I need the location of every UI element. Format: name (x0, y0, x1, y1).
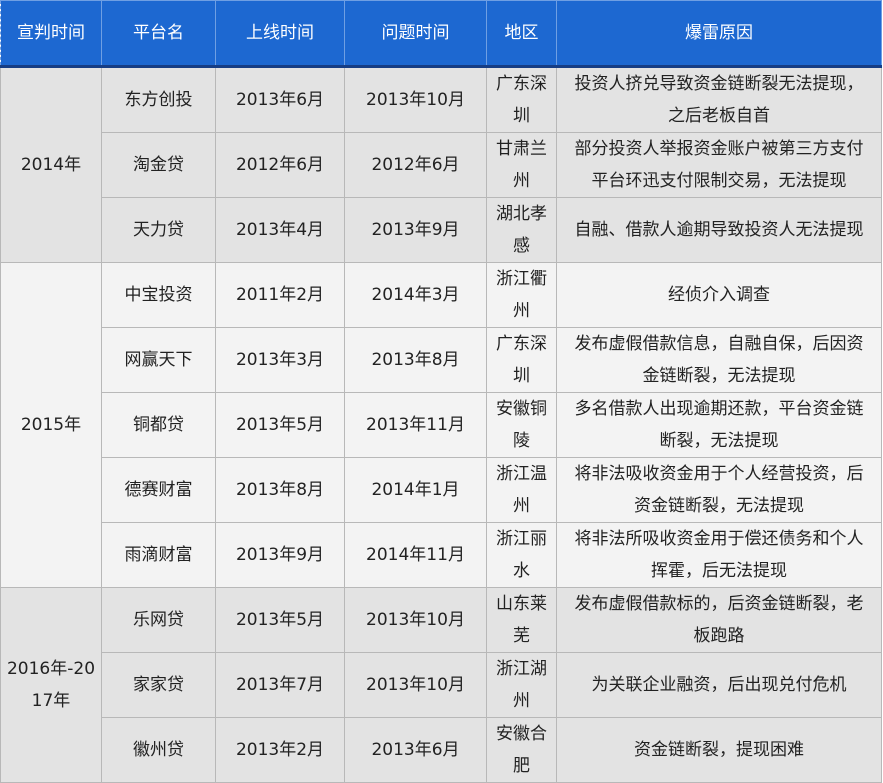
table-row: 2014年 东方创投 2013年6月 2013年10月 广东深圳 投资人挤兑导致… (0, 66, 882, 263)
header-launch-time: 上线时间 (215, 0, 345, 68)
launch-time-cell: 2013年6月 (215, 66, 345, 133)
table-row: 2016年-2017年 乐网贷 2013年5月 2013年10月 山东莱芜 发布… (0, 587, 882, 783)
table-row: 天力贷 2013年4月 2013年9月 湖北孝感 自融、借款人逾期导致投资人无法… (1, 197, 882, 263)
header-reason: 爆雷原因 (556, 0, 882, 68)
table-row: 徽州贷 2013年2月 2013年6月 安徽合肥 资金链断裂，提现困难 (1, 717, 882, 783)
reason-cell: 将非法所吸收资金用于偿还债务和个人挥霍，后无法提现 (556, 522, 882, 588)
launch-time-cell: 2013年4月 (215, 197, 345, 263)
platform-cell: 雨滴财富 (101, 522, 216, 588)
problem-time-cell: 2013年11月 (344, 392, 487, 458)
reason-cell: 投资人挤兑导致资金链断裂无法提现，之后老板自首 (556, 66, 882, 133)
region-cell: 安徽铜陵 (486, 392, 557, 458)
reason-cell: 发布虚假借款信息，自融自保，后因资金链断裂，无法提现 (556, 327, 882, 393)
launch-time-cell: 2013年5月 (215, 392, 345, 458)
problem-time-cell: 2014年1月 (344, 457, 487, 523)
header-verdict-time: 宣判时间 (0, 0, 102, 68)
reason-cell: 多名借款人出现逾期还款，平台资金链断裂，无法提现 (556, 392, 882, 458)
problem-time-cell: 2013年10月 (344, 652, 487, 718)
problem-time-cell: 2014年11月 (344, 522, 487, 588)
table-row: 2015年 中宝投资 2011年2月 2014年3月 浙江衢州 经侦介入调查 (0, 262, 882, 588)
region-cell: 广东深圳 (486, 327, 557, 393)
reason-cell: 经侦介入调查 (556, 262, 882, 328)
header-platform: 平台名 (101, 0, 216, 68)
verdict-year-cell: 2016年-2017年 (0, 587, 102, 783)
reason-cell: 发布虚假借款标的，后资金链断裂，老板跑路 (556, 587, 882, 653)
launch-time-cell: 2013年5月 (215, 587, 345, 653)
region-cell: 安徽合肥 (486, 717, 557, 783)
table-row: 家家贷 2013年7月 2013年10月 浙江湖州 为关联企业融资，后出现兑付危… (1, 652, 882, 718)
problem-time-cell: 2013年10月 (344, 587, 487, 653)
header-problem-time: 问题时间 (344, 0, 487, 68)
problem-time-cell: 2013年10月 (344, 66, 487, 133)
problem-time-cell: 2013年6月 (344, 717, 487, 783)
platform-cell: 东方创投 (101, 66, 216, 133)
platform-cell: 淘金贷 (101, 132, 216, 198)
region-cell: 湖北孝感 (486, 197, 557, 263)
region-cell: 浙江湖州 (486, 652, 557, 718)
region-cell: 甘肃兰州 (486, 132, 557, 198)
platform-cell: 德赛财富 (101, 457, 216, 523)
verdict-year-cell: 2014年 (0, 66, 102, 263)
region-cell: 广东深圳 (486, 66, 557, 133)
region-cell: 山东莱芜 (486, 587, 557, 653)
problem-time-cell: 2013年8月 (344, 327, 487, 393)
header-row: 宣判时间 平台名 上线时间 问题时间 地区 爆雷原因 (0, 0, 882, 68)
launch-time-cell: 2013年9月 (215, 522, 345, 588)
platform-cell: 家家贷 (101, 652, 216, 718)
table-row: 铜都贷 2013年5月 2013年11月 安徽铜陵 多名借款人出现逾期还款，平台… (1, 392, 882, 458)
problem-time-cell: 2014年3月 (344, 262, 487, 328)
table-row: 德赛财富 2013年8月 2014年1月 浙江温州 将非法吸收资金用于个人经营投… (1, 457, 882, 523)
launch-time-cell: 2011年2月 (215, 262, 345, 328)
table-row: 网赢天下 2013年3月 2013年8月 广东深圳 发布虚假借款信息，自融自保，… (1, 327, 882, 393)
platform-cell: 乐网贷 (101, 587, 216, 653)
reason-cell: 部分投资人举报资金账户被第三方支付平台环迅支付限制交易，无法提现 (556, 132, 882, 198)
launch-time-cell: 2013年3月 (215, 327, 345, 393)
launch-time-cell: 2013年8月 (215, 457, 345, 523)
platform-cell: 网赢天下 (101, 327, 216, 393)
header-region: 地区 (486, 0, 557, 68)
table-row: 雨滴财富 2013年9月 2014年11月 浙江丽水 将非法所吸收资金用于偿还债… (1, 522, 882, 588)
platform-cell: 徽州贷 (101, 717, 216, 783)
problem-time-cell: 2012年6月 (344, 132, 487, 198)
platform-cell: 中宝投资 (101, 262, 216, 328)
reason-cell: 自融、借款人逾期导致投资人无法提现 (556, 197, 882, 263)
platform-cell: 铜都贷 (101, 392, 216, 458)
region-cell: 浙江温州 (486, 457, 557, 523)
table-row: 淘金贷 2012年6月 2012年6月 甘肃兰州 部分投资人举报资金账户被第三方… (1, 132, 882, 198)
launch-time-cell: 2012年6月 (215, 132, 345, 198)
p2p-collapse-table: 宣判时间 平台名 上线时间 问题时间 地区 爆雷原因 2014年 东方创投 20… (0, 0, 882, 783)
launch-time-cell: 2013年7月 (215, 652, 345, 718)
region-cell: 浙江衢州 (486, 262, 557, 328)
platform-cell: 天力贷 (101, 197, 216, 263)
problem-time-cell: 2013年9月 (344, 197, 487, 263)
verdict-year-cell: 2015年 (0, 262, 102, 588)
region-cell: 浙江丽水 (486, 522, 557, 588)
reason-cell: 为关联企业融资，后出现兑付危机 (556, 652, 882, 718)
reason-cell: 将非法吸收资金用于个人经营投资，后资金链断裂，无法提现 (556, 457, 882, 523)
reason-cell: 资金链断裂，提现困难 (556, 717, 882, 783)
launch-time-cell: 2013年2月 (215, 717, 345, 783)
